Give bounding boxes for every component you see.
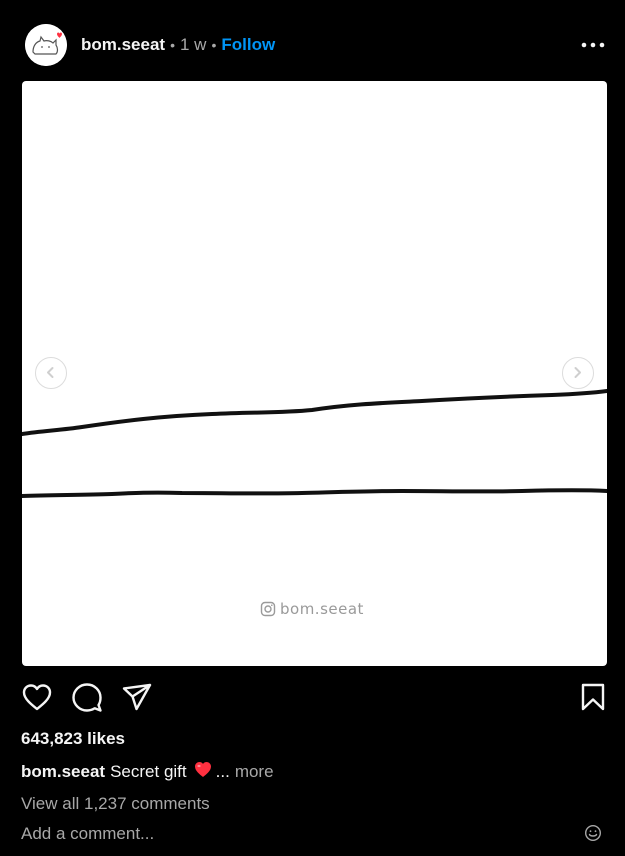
add-comment-row [21, 823, 606, 845]
avatar-image [25, 24, 67, 66]
meta-separator: • [211, 37, 217, 53]
more-horizontal-icon [581, 42, 605, 48]
likes-count[interactable]: 643,823 likes [21, 729, 125, 749]
post-header: bom.seeat • 1 w • Follow [0, 0, 625, 80]
emoji-picker-button[interactable] [584, 824, 604, 844]
emoji-icon [584, 824, 602, 842]
view-all-comments-link[interactable]: View all 1,237 comments [21, 794, 210, 814]
action-bar [0, 680, 625, 714]
like-button[interactable] [20, 680, 54, 714]
post-meta: bom.seeat • 1 w • Follow [81, 35, 275, 55]
avatar[interactable] [25, 24, 67, 66]
save-button[interactable] [576, 680, 610, 714]
follow-button[interactable]: Follow [221, 35, 275, 55]
instagram-icon [260, 601, 276, 617]
chevron-left-icon [47, 367, 54, 378]
comment-button[interactable] [70, 680, 104, 714]
next-slide-button[interactable] [562, 357, 594, 389]
chevron-right-icon [574, 367, 581, 378]
caption: bom.seeat Secret gift ... more [21, 761, 274, 783]
comment-icon [72, 683, 102, 712]
share-button[interactable] [120, 680, 154, 714]
heart-emoji-icon [194, 762, 211, 777]
add-comment-input[interactable] [21, 823, 561, 845]
bookmark-icon [581, 683, 605, 711]
post-username[interactable]: bom.seeat [81, 35, 165, 55]
post-image-drawing [22, 389, 607, 498]
watermark: bom.seeat [260, 600, 364, 618]
caption-ellipsis: ... [215, 762, 230, 781]
post-media[interactable]: bom.seeat [22, 81, 607, 666]
more-options-button[interactable] [578, 36, 608, 54]
meta-separator: • [170, 37, 175, 53]
share-icon [122, 683, 152, 711]
caption-text: Secret gift [110, 762, 187, 781]
previous-slide-button[interactable] [35, 357, 67, 389]
watermark-text: bom.seeat [280, 600, 364, 618]
post-time: 1 w [180, 35, 207, 54]
caption-more-link[interactable]: more [235, 762, 274, 782]
red-heart-emoji-icon [194, 761, 212, 783]
heart-icon [22, 684, 52, 711]
caption-username[interactable]: bom.seeat [21, 762, 105, 782]
